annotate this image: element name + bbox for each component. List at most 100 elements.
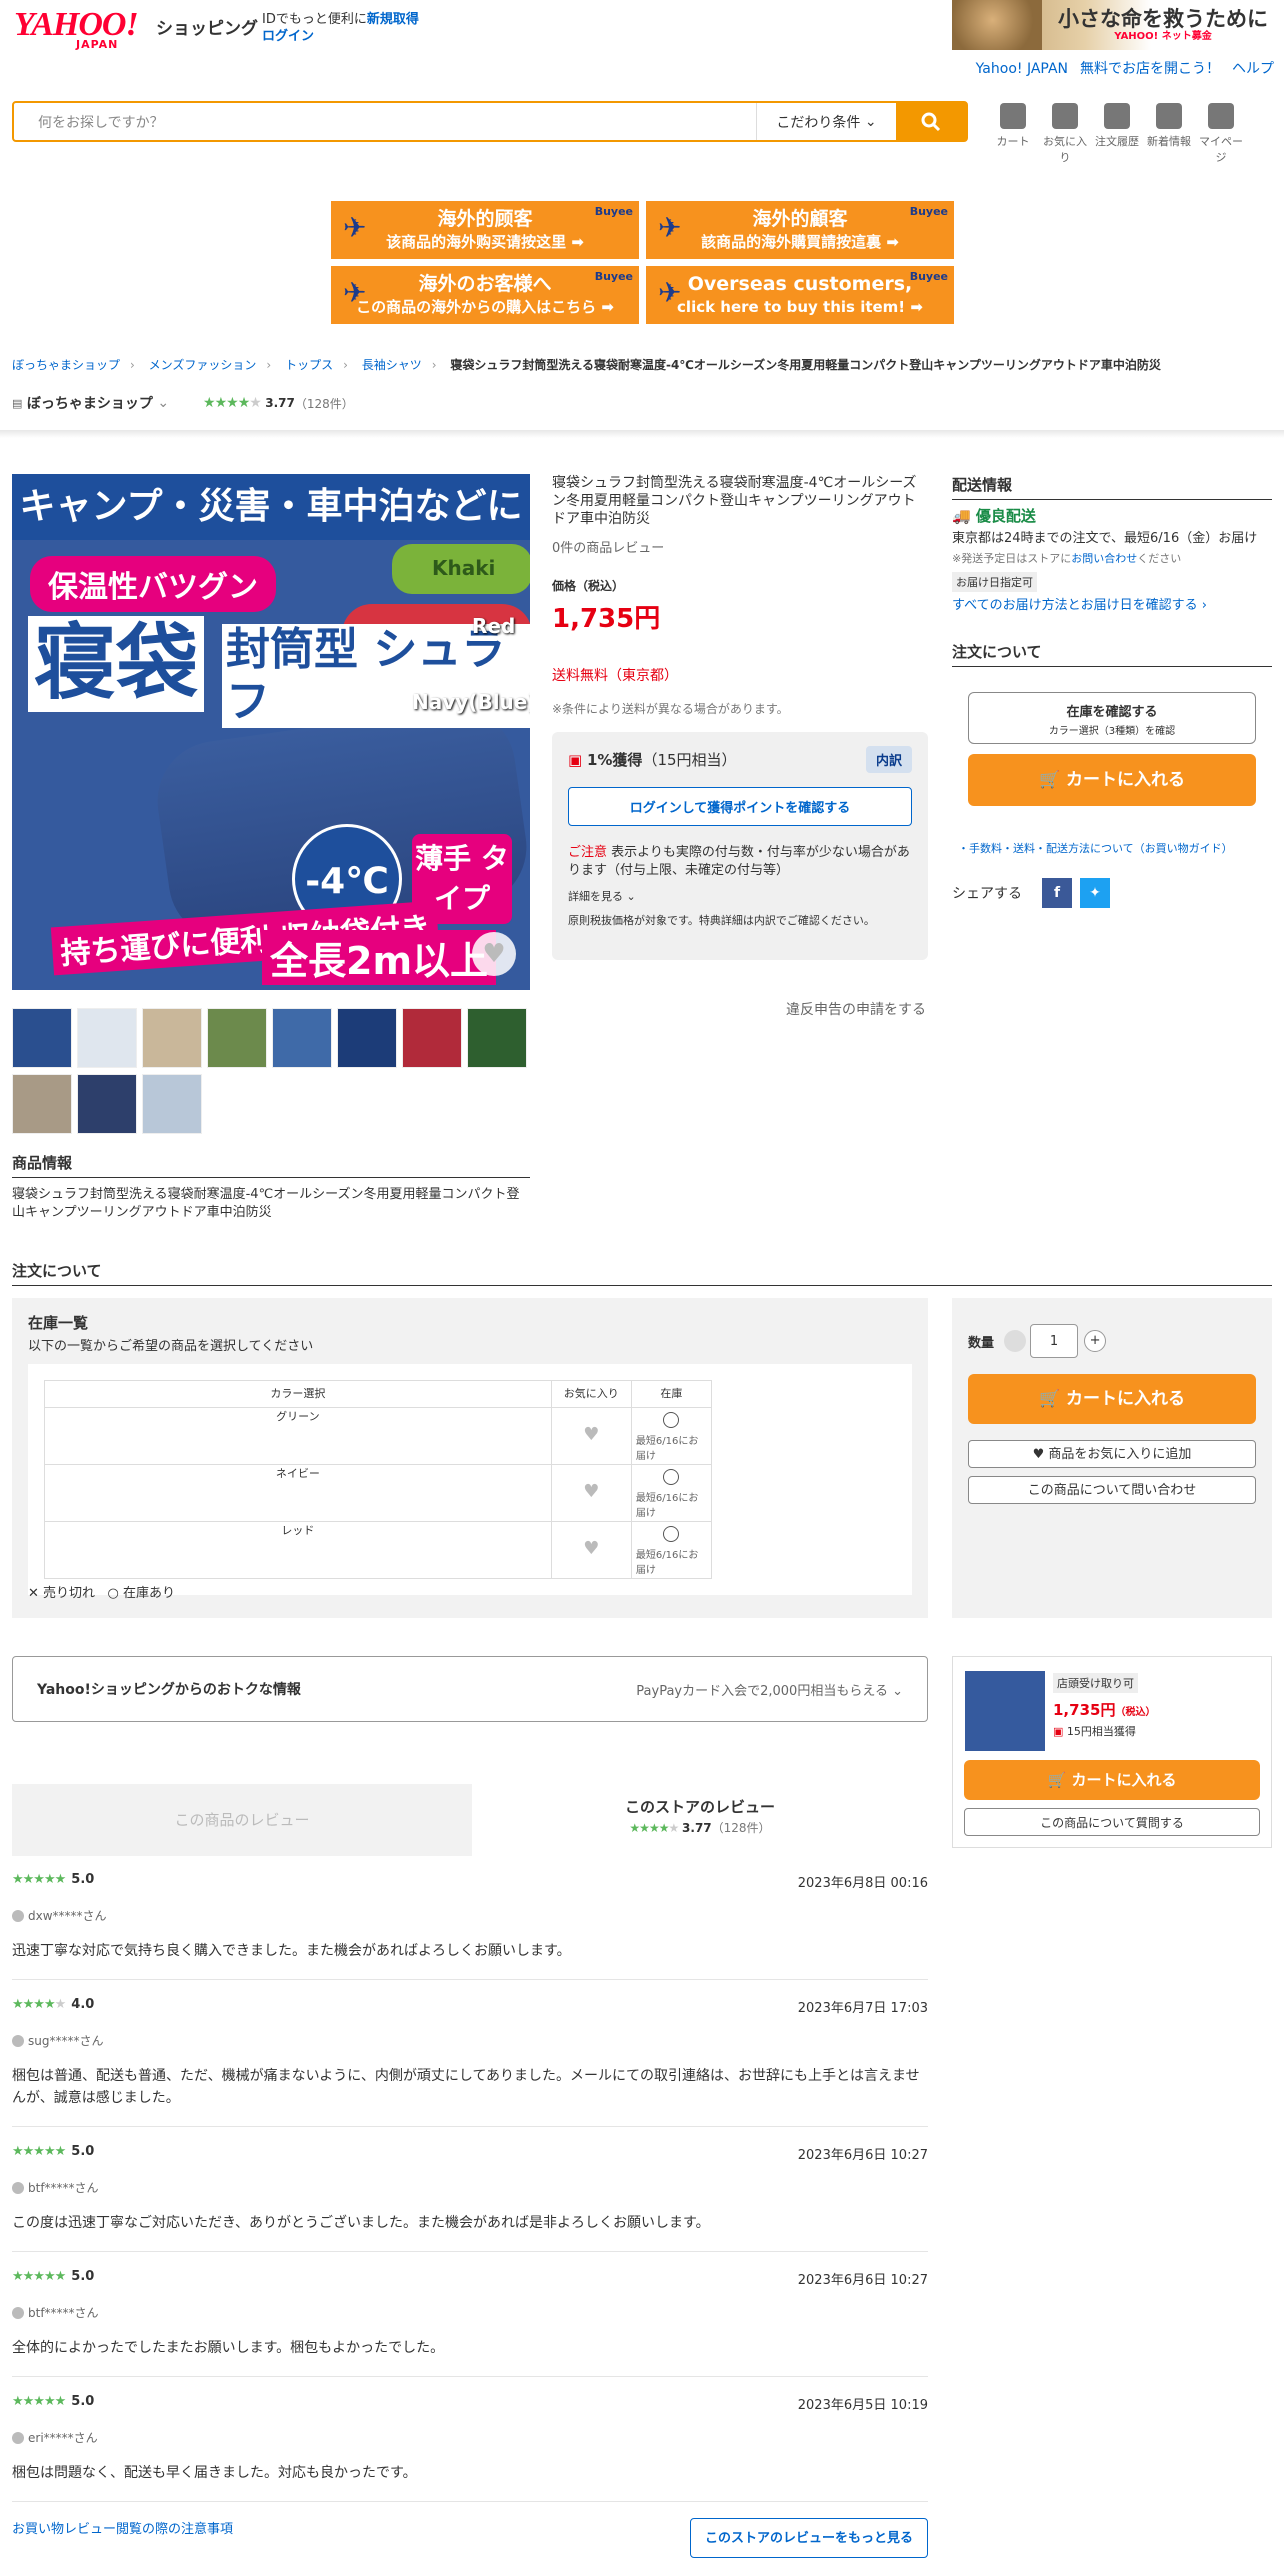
thumbnail-4[interactable] (207, 1008, 267, 1068)
table-row[interactable]: グリーン ♥ 最短6/16にお届け (44, 1407, 713, 1465)
sticky-points: ▣ 15円相当獲得 (1053, 1723, 1136, 1739)
review-notice-link[interactable]: お買い物レビュー閲覧の際の注意事項 (12, 2518, 233, 2537)
heart-icon[interactable]: ♥ (552, 1481, 631, 1502)
sticky-cart-button[interactable]: 🛒 カートに入れる (964, 1760, 1260, 1800)
thumbnail-10[interactable] (77, 1074, 137, 1134)
report-link[interactable]: 違反申告の申請をする (786, 999, 926, 1019)
shopping-wordmark[interactable]: ショッピング (156, 14, 258, 39)
points-approx: （15円相当） (642, 751, 737, 769)
sticky-points-text: 15円相当獲得 (1066, 1725, 1136, 1738)
heart-icon[interactable]: ♥ (552, 1538, 631, 1559)
more-reviews-button[interactable]: このストアのレビューをもっと見る (690, 2518, 928, 2558)
add-to-cart-button-2[interactable]: 🛒 カートに入れる (968, 1374, 1256, 1424)
table-row[interactable]: ネイビー ♥ 最短6/16にお届け (44, 1464, 713, 1522)
thumbnail-5[interactable] (272, 1008, 332, 1068)
add-favorite-button[interactable]: ♥ 商品をお気に入りに追加 (968, 1440, 1256, 1468)
plane-icon: ✈ (658, 211, 682, 244)
store-review-count[interactable]: （128件） (295, 395, 354, 412)
bell-icon (1156, 103, 1182, 129)
login-link[interactable]: ログイン (262, 29, 314, 44)
delivery-note: 最短6/16にお届け (635, 1436, 699, 1462)
favorites-nav[interactable]: お気に入り (1042, 103, 1088, 165)
add-to-cart-button[interactable]: 🛒 カートに入れる (968, 754, 1256, 806)
thumbnail-8[interactable] (467, 1008, 527, 1068)
plus-button[interactable]: + (1084, 1330, 1107, 1352)
chevron-down-icon[interactable]: ⌄ (157, 395, 169, 411)
sticky-tax: （税込） (1115, 1707, 1156, 1718)
minus-button[interactable] (1004, 1330, 1027, 1352)
truck-icon: 🚚 (952, 507, 971, 525)
review-text: 迅速丁寧な対応で気持ち良く購入できました。また機会があればよろしくお願いします。 (12, 1943, 571, 1959)
breadcrumb-item[interactable]: ぼっちゃまショップ (12, 358, 120, 372)
buyee-banner-jp[interactable]: ✈ Buyee 海外のお客様へ この商品の海外からの購入はこちら ➡ (331, 266, 639, 324)
radio-button[interactable] (663, 1469, 680, 1485)
check-stock-button[interactable]: 在庫を確認する カラー選択（3種類）を確認 (968, 692, 1256, 744)
store-rating: 3.77 (265, 396, 295, 410)
cart-nav[interactable]: カート (990, 103, 1036, 165)
thumbnail-1[interactable] (12, 1008, 72, 1068)
review-username: sug*****さん (28, 2034, 104, 2048)
search-button[interactable] (896, 103, 966, 140)
review-header: ★★★★★ 5.0 2023年6月6日 10:27 (12, 2269, 928, 2288)
sticky-question-button[interactable]: この商品について質問する (964, 1808, 1260, 1836)
inquiry-button[interactable]: この商品について問い合わせ (968, 1476, 1256, 1504)
favorite-cell[interactable]: ♥ (550, 1521, 632, 1579)
points-login-button[interactable]: ログインして獲得ポイントを確認する (568, 787, 912, 826)
thumbnail-9[interactable] (12, 1074, 72, 1134)
news-nav[interactable]: 新着情報 (1146, 103, 1192, 165)
twitter-icon[interactable]: ✦ (1080, 878, 1110, 908)
buyee-banner-cn-simplified[interactable]: ✈ Buyee 海外的顾客 该商品的海外购买请按这里 ➡ (331, 201, 639, 259)
tab-product-reviews[interactable]: この商品のレビュー (12, 1784, 472, 1856)
radio-button[interactable] (663, 1412, 680, 1428)
stock-cell[interactable]: 最短6/16にお届け (630, 1464, 713, 1522)
help-link[interactable]: ヘルプ (1232, 61, 1274, 77)
inquiry-link[interactable]: お問い合わせ (1071, 552, 1137, 565)
thumbnail-2[interactable] (77, 1008, 137, 1068)
review-score: 4.0 (71, 1997, 95, 2012)
points-breakdown-button[interactable]: 内訳 (865, 746, 912, 773)
yahoo-japan-link[interactable]: Yahoo! JAPAN (976, 61, 1068, 77)
buyee-banner-en[interactable]: ✈ Buyee Overseas customers, click here to… (646, 266, 954, 324)
mypage-nav[interactable]: マイページ (1198, 103, 1244, 165)
thumbnail-11[interactable] (142, 1074, 202, 1134)
history-nav[interactable]: 注文履歴 (1094, 103, 1140, 165)
breadcrumb-item[interactable]: メンズファッション (149, 358, 257, 372)
deals-accordion[interactable]: Yahoo!ショッピングからのおトクな情報 PayPayカード入会で2,000円… (12, 1656, 928, 1722)
yahoo-logo[interactable]: YAHOO! JAPAN (14, 8, 154, 52)
product-main-image[interactable]: キャンプ・災害・車中泊などに 保温性バツグン 寝袋 封筒型 シュラフ Khaki… (12, 474, 530, 990)
open-store-link[interactable]: 無料でお店を開こう！ (1080, 61, 1220, 77)
points-box: ▣ 1%獲得（15円相当） 内訳 ログインして獲得ポイントを確認する ご注意 表… (552, 732, 928, 960)
search-input[interactable]: 何をお探しですか？ (14, 112, 756, 132)
stock-cell[interactable]: 最短6/16にお届け (630, 1407, 713, 1465)
breadcrumb-item[interactable]: 長袖シャツ (362, 358, 422, 372)
signup-link[interactable]: 新規取得 (367, 12, 419, 27)
product-review-count[interactable]: 0件の商品レビュー (552, 537, 664, 556)
condition-dropdown[interactable]: こだわり条件 ⌄ (756, 103, 896, 140)
shopping-guide-link[interactable]: ・手数料・送料・配送方法について（お買い物ガイド） (958, 840, 1233, 856)
top-ad-banner[interactable]: 小さな命を救うために YAHOO! ネット募金 (952, 0, 1284, 50)
chevron-right-icon: › (266, 358, 272, 372)
thumbnail-3[interactable] (142, 1008, 202, 1068)
condition-label: こだわり条件 (776, 114, 861, 131)
radio-button[interactable] (663, 1526, 680, 1542)
buyee-banner-cn-traditional[interactable]: ✈ Buyee 海外的顧客 該商品的海外購買請按這裏 ➡ (646, 201, 954, 259)
quantity-stepper: 数量 1 + (968, 1324, 1256, 1358)
delivery-methods-link[interactable]: すべてのお届け方法とお届け日を確認する › (952, 594, 1207, 613)
stock-cell[interactable]: 最短6/16にお届け (630, 1521, 713, 1579)
legend-available: 在庫あり (122, 1586, 175, 1601)
tab-store-reviews[interactable]: このストアのレビュー ★★★★★ 3.77（128件） (472, 1784, 928, 1856)
review-user: btf*****さん (12, 2304, 928, 2321)
favorite-cell[interactable]: ♥ (550, 1464, 632, 1522)
qty-input[interactable]: 1 (1030, 1324, 1079, 1358)
details-link[interactable]: 詳細を見る ⌄ (568, 888, 912, 904)
favorite-cell[interactable]: ♥ (550, 1407, 632, 1465)
thumbnail-6[interactable] (337, 1008, 397, 1068)
table-row[interactable]: レッド ♥ 最短6/16にお届け (44, 1521, 713, 1579)
breadcrumb-item[interactable]: トップス (285, 358, 333, 372)
thumbnail-7[interactable] (402, 1008, 462, 1068)
favorite-heart-icon[interactable]: ♥ (472, 932, 516, 976)
heart-icon[interactable]: ♥ (552, 1424, 631, 1445)
facebook-icon[interactable]: f (1042, 878, 1072, 908)
col-favorite: お気に入り (550, 1380, 632, 1408)
store-name[interactable]: ぼっちゃまショップ (27, 393, 153, 413)
